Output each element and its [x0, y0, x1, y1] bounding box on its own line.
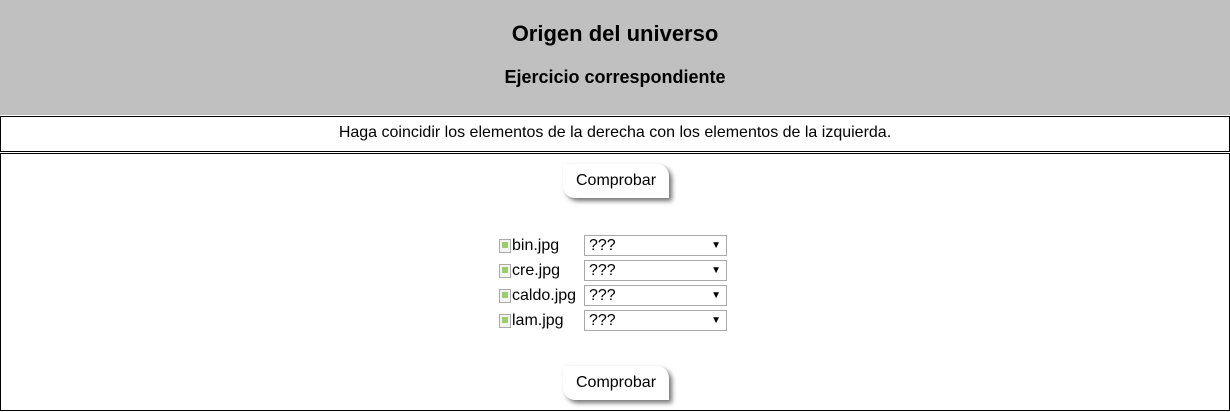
broken-image-icon [499, 288, 511, 303]
matching-row: caldo.jpg ??? ▼ [499, 283, 727, 308]
chevron-down-icon: ▼ [711, 265, 721, 276]
chevron-down-icon: ▼ [711, 240, 721, 251]
item-image: lam.jpg [499, 312, 584, 330]
select-value: ??? [589, 312, 616, 329]
image-alt-text: caldo.jpg [512, 286, 577, 304]
matching-list: bin.jpg ??? ▼ cre.jpg ??? ▼ caldo.jpg ??? ▼… [499, 233, 727, 333]
item-image: caldo.jpg [499, 287, 584, 305]
image-alt-text: lam.jpg [512, 311, 564, 329]
matching-row: cre.jpg ??? ▼ [499, 258, 727, 283]
page-header: Origen del universo Ejercicio correspond… [0, 0, 1230, 115]
page-subtitle: Ejercicio correspondiente [504, 67, 726, 87]
page-title: Origen del universo [511, 21, 719, 46]
image-alt-text: cre.jpg [512, 261, 561, 279]
answer-select[interactable]: ??? ▼ [584, 260, 727, 281]
broken-image-icon [499, 238, 511, 253]
select-value: ??? [589, 262, 616, 279]
select-value: ??? [589, 287, 616, 304]
answer-select[interactable]: ??? ▼ [584, 310, 727, 331]
chevron-down-icon: ▼ [711, 290, 721, 301]
matching-row: lam.jpg ??? ▼ [499, 308, 727, 333]
image-alt-text: bin.jpg [512, 236, 560, 254]
chevron-down-icon: ▼ [711, 315, 721, 326]
broken-image-icon [499, 263, 511, 278]
check-button-bottom[interactable]: Comprobar [563, 366, 669, 400]
select-value: ??? [589, 237, 616, 254]
item-image: bin.jpg [499, 237, 584, 255]
answer-select[interactable]: ??? ▼ [584, 285, 727, 306]
instructions-text: Haga coincidir los elementos de la derec… [0, 116, 1230, 152]
exercise-panel: Comprobar bin.jpg ??? ▼ cre.jpg ??? ▼ cald… [0, 153, 1230, 411]
answer-select[interactable]: ??? ▼ [584, 235, 727, 256]
matching-row: bin.jpg ??? ▼ [499, 233, 727, 258]
check-button-top[interactable]: Comprobar [563, 164, 669, 198]
item-image: cre.jpg [499, 262, 584, 280]
broken-image-icon [499, 313, 511, 328]
